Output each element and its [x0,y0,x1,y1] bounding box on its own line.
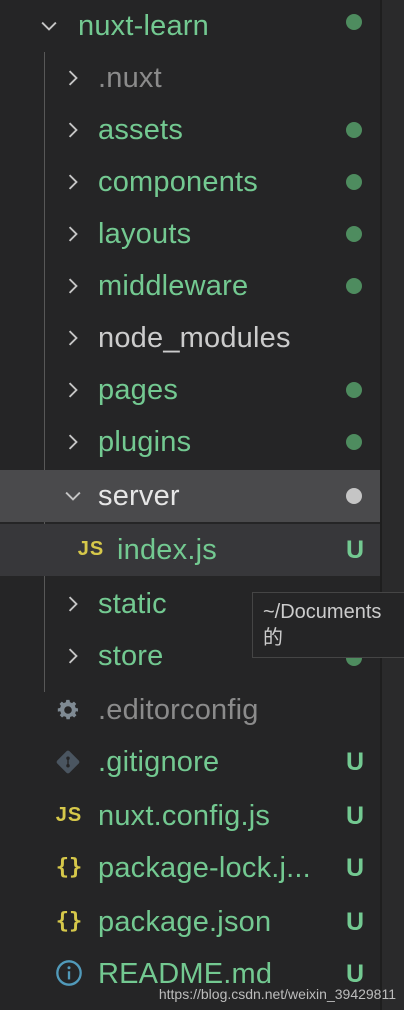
json-file-icon: {} [55,908,83,934]
git-untracked-badge: U [346,536,365,564]
tree-folder-assets[interactable]: assets [0,104,382,156]
chevron-right-icon [60,221,86,247]
tree-item-label: middleware [98,270,249,302]
tree-item-label: package-lock.j... [98,852,311,884]
tree-item-label: nuxt-learn [78,10,209,42]
watermark-text: https://blog.csdn.net/weixin_39429811 [158,986,396,1002]
tree-file-gitignore[interactable]: .gitignore U [0,736,382,788]
json-file-icon: {} [55,854,83,880]
tree-file-index-js[interactable]: JS index.js U [0,524,404,576]
modified-dot [346,278,362,294]
tree-item-label: nuxt.config.js [98,800,271,832]
tree-folder-layouts[interactable]: layouts [0,208,382,260]
tree-folder-components[interactable]: components [0,156,382,208]
file-explorer-tree: nuxt-learn .nuxt assets components layou… [0,0,404,1010]
info-icon [54,958,84,988]
javascript-file-icon: JS [77,537,105,560]
git-icon [54,748,82,776]
tree-root-nuxt-learn[interactable]: nuxt-learn [0,0,382,52]
tree-item-label: plugins [98,426,192,458]
tree-item-label: .gitignore [98,746,220,778]
chevron-right-icon [60,377,86,403]
tree-item-label: pages [98,374,179,406]
git-untracked-badge: U [346,854,365,882]
chevron-right-icon [60,273,86,299]
tree-item-label: .editorconfig [98,694,259,726]
tree-item-label: node_modules [98,322,291,354]
modified-dot [346,488,362,504]
chevron-right-icon [60,591,86,617]
chevron-down-icon [36,13,62,39]
modified-dot [346,382,362,398]
git-untracked-badge: U [346,960,365,988]
tree-item-label: assets [98,114,184,146]
modified-dot [346,122,362,138]
chevron-right-icon [60,429,86,455]
tree-file-nuxt-config[interactable]: JS nuxt.config.js U [0,790,382,842]
tree-item-label: components [98,166,258,198]
tree-item-label: index.js [117,534,217,566]
tree-item-label: server [98,480,180,512]
chevron-right-icon [60,169,86,195]
modified-dot [346,14,362,30]
tree-folder-node-modules[interactable]: node_modules [0,312,382,364]
tree-file-editorconfig[interactable]: .editorconfig [0,684,382,736]
chevron-right-icon [60,65,86,91]
tree-folder-nuxt[interactable]: .nuxt [0,52,382,104]
tree-item-label: package.json [98,906,272,938]
chevron-right-icon [60,643,86,669]
chevron-right-icon [60,325,86,351]
tree-item-label: layouts [98,218,192,250]
tree-folder-plugins[interactable]: plugins [0,416,382,468]
path-tooltip: ~/Documents 的 [252,592,404,658]
tooltip-line: 的 [263,627,283,649]
git-untracked-badge: U [346,802,365,830]
tree-folder-middleware[interactable]: middleware [0,260,382,312]
modified-dot [346,174,362,190]
tree-file-package-lock[interactable]: {} package-lock.j... U [0,842,382,894]
tree-item-label: store [98,640,164,672]
modified-dot [346,226,362,242]
tree-file-package-json[interactable]: {} package.json U [0,896,382,948]
tooltip-line: ~/Documents [263,601,382,623]
tree-item-label: .nuxt [98,62,162,94]
git-untracked-badge: U [346,748,365,776]
vertical-scrollbar[interactable] [382,0,404,1010]
javascript-file-icon: JS [55,803,83,826]
chevron-down-icon [60,483,86,509]
chevron-right-icon [60,117,86,143]
tree-item-label: static [98,588,167,620]
tree-folder-pages[interactable]: pages [0,364,382,416]
gear-icon [54,696,82,724]
tree-folder-server[interactable]: server [0,470,404,522]
git-untracked-badge: U [346,908,365,936]
modified-dot [346,434,362,450]
